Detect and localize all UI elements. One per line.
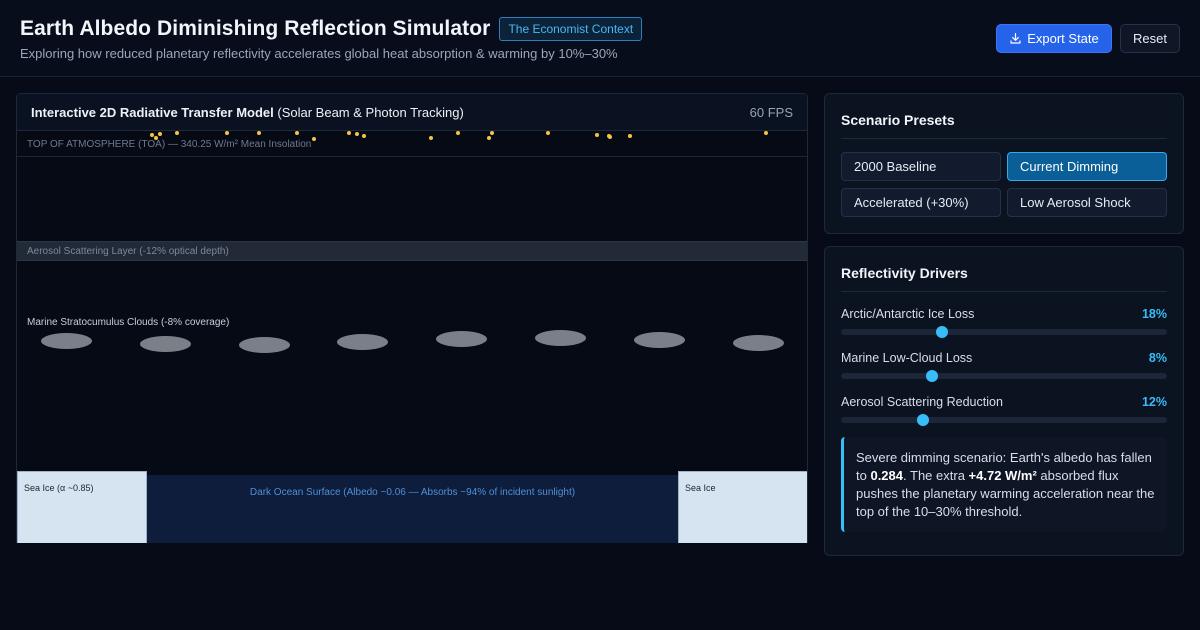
simulation-title: Interactive 2D Radiative Transfer Model … bbox=[31, 105, 464, 120]
export-state-label: Export State bbox=[1027, 31, 1099, 46]
photon bbox=[355, 132, 359, 136]
cloud bbox=[337, 334, 389, 350]
page-subtitle: Exploring how reduced planetary reflecti… bbox=[20, 46, 618, 61]
photon bbox=[490, 131, 494, 135]
preset-2000-baseline[interactable]: 2000 Baseline bbox=[841, 152, 1001, 181]
ice-loss-value: 18% bbox=[1141, 307, 1167, 321]
cloud-loss-value: 8% bbox=[1148, 351, 1167, 365]
simulation-canvas[interactable]: TOP OF ATMOSPHERE (TOA) — 340.25 W/m² Me… bbox=[17, 131, 807, 543]
preset-low-aerosol-shock[interactable]: Low Aerosol Shock bbox=[1007, 188, 1167, 217]
photon bbox=[347, 131, 351, 135]
title-row: Earth Albedo Diminishing Reflection Simu… bbox=[20, 17, 643, 41]
photon bbox=[154, 136, 158, 140]
reset-button[interactable]: Reset bbox=[1120, 24, 1180, 53]
reflectivity-drivers-card: Reflectivity Drivers Arctic/Antarctic Ic… bbox=[824, 246, 1184, 556]
simulation-title-bold: Interactive 2D Radiative Transfer Model bbox=[31, 105, 274, 120]
ice-loss-label: Arctic/Antarctic Ice Loss bbox=[841, 307, 975, 321]
photon bbox=[295, 131, 299, 135]
context-badge: The Economist Context bbox=[499, 17, 643, 41]
sea-ice-left: Sea Ice (α ~0.85) bbox=[17, 471, 147, 543]
scenario-summary-note: Severe dimming scenario: Earth's albedo … bbox=[841, 437, 1167, 532]
ocean-surface: Dark Ocean Surface (Albedo ~0.06 — Absor… bbox=[147, 475, 678, 543]
ocean-label: Dark Ocean Surface (Albedo ~0.06 — Absor… bbox=[249, 487, 576, 498]
fps-counter: 60 FPS bbox=[749, 105, 793, 120]
cloud bbox=[633, 332, 685, 348]
preset-accelerated[interactable]: Accelerated (+30%) bbox=[841, 188, 1001, 217]
photon bbox=[225, 131, 229, 135]
divider bbox=[841, 291, 1167, 292]
simulation-panel: Interactive 2D Radiative Transfer Model … bbox=[16, 93, 808, 543]
photon bbox=[487, 136, 491, 140]
photon bbox=[456, 131, 460, 135]
photon bbox=[362, 134, 366, 138]
export-state-button[interactable]: Export State bbox=[996, 24, 1112, 53]
page-title: Earth Albedo Diminishing Reflection Simu… bbox=[20, 17, 491, 40]
cloud-loss-slider-thumb[interactable] bbox=[926, 370, 939, 382]
aerosol-reduction-value: 12% bbox=[1141, 395, 1167, 409]
sea-ice-left-label: Sea Ice (α ~0.85) bbox=[24, 483, 94, 493]
cloud-layer-label: Marine Stratocumulus Clouds (-8% coverag… bbox=[27, 317, 230, 328]
albedo-value: 0.284 bbox=[870, 468, 904, 483]
app-header: Earth Albedo Diminishing Reflection Simu… bbox=[0, 0, 1200, 77]
cloud-loss-slider[interactable] bbox=[841, 370, 1167, 382]
ice-loss-slider[interactable] bbox=[841, 326, 1167, 338]
cloud-loss-label: Marine Low-Cloud Loss bbox=[841, 351, 973, 365]
cloud bbox=[139, 336, 191, 352]
scenario-presets-title: Scenario Presets bbox=[841, 112, 955, 128]
aerosol-label: Aerosol Scattering Layer (-12% optical d… bbox=[27, 246, 229, 257]
photon bbox=[608, 135, 612, 139]
sea-ice-right: Sea Ice bbox=[678, 471, 807, 543]
photon bbox=[628, 134, 632, 138]
cloud bbox=[535, 330, 586, 346]
cloud bbox=[436, 331, 488, 347]
photon bbox=[429, 136, 433, 140]
photon bbox=[595, 133, 599, 137]
divider bbox=[841, 138, 1167, 139]
reflectivity-drivers-title: Reflectivity Drivers bbox=[841, 265, 968, 281]
ice-loss-slider-thumb[interactable] bbox=[936, 326, 949, 338]
note-text-2: . The extra bbox=[903, 468, 969, 483]
aerosol-reduction-slider[interactable] bbox=[841, 414, 1167, 426]
toa-label: TOP OF ATMOSPHERE (TOA) — 340.25 W/m² Me… bbox=[27, 139, 312, 150]
photon bbox=[257, 131, 261, 135]
cloud bbox=[238, 337, 290, 353]
absorbed-flux-value: +4.72 W/m² bbox=[968, 468, 1037, 483]
photon bbox=[312, 137, 316, 141]
photon bbox=[158, 132, 162, 136]
cloud bbox=[41, 333, 92, 349]
aerosol-reduction-slider-thumb[interactable] bbox=[916, 414, 929, 426]
photon bbox=[546, 131, 550, 135]
download-icon bbox=[1010, 33, 1021, 44]
preset-current-dimming[interactable]: Current Dimming bbox=[1007, 152, 1167, 181]
photon bbox=[175, 131, 179, 135]
sea-ice-right-label: Sea Ice bbox=[685, 483, 716, 493]
simulation-header: Interactive 2D Radiative Transfer Model … bbox=[17, 94, 807, 131]
simulation-title-rest: (Solar Beam & Photon Tracking) bbox=[273, 105, 464, 120]
aerosol-layer: Aerosol Scattering Layer (-12% optical d… bbox=[17, 241, 807, 261]
toa-boundary bbox=[17, 156, 807, 157]
aerosol-reduction-label: Aerosol Scattering Reduction bbox=[841, 395, 1003, 409]
cloud bbox=[732, 335, 784, 351]
scenario-presets-card: Scenario Presets 2000 Baseline Current D… bbox=[824, 93, 1184, 234]
photon bbox=[764, 131, 768, 135]
